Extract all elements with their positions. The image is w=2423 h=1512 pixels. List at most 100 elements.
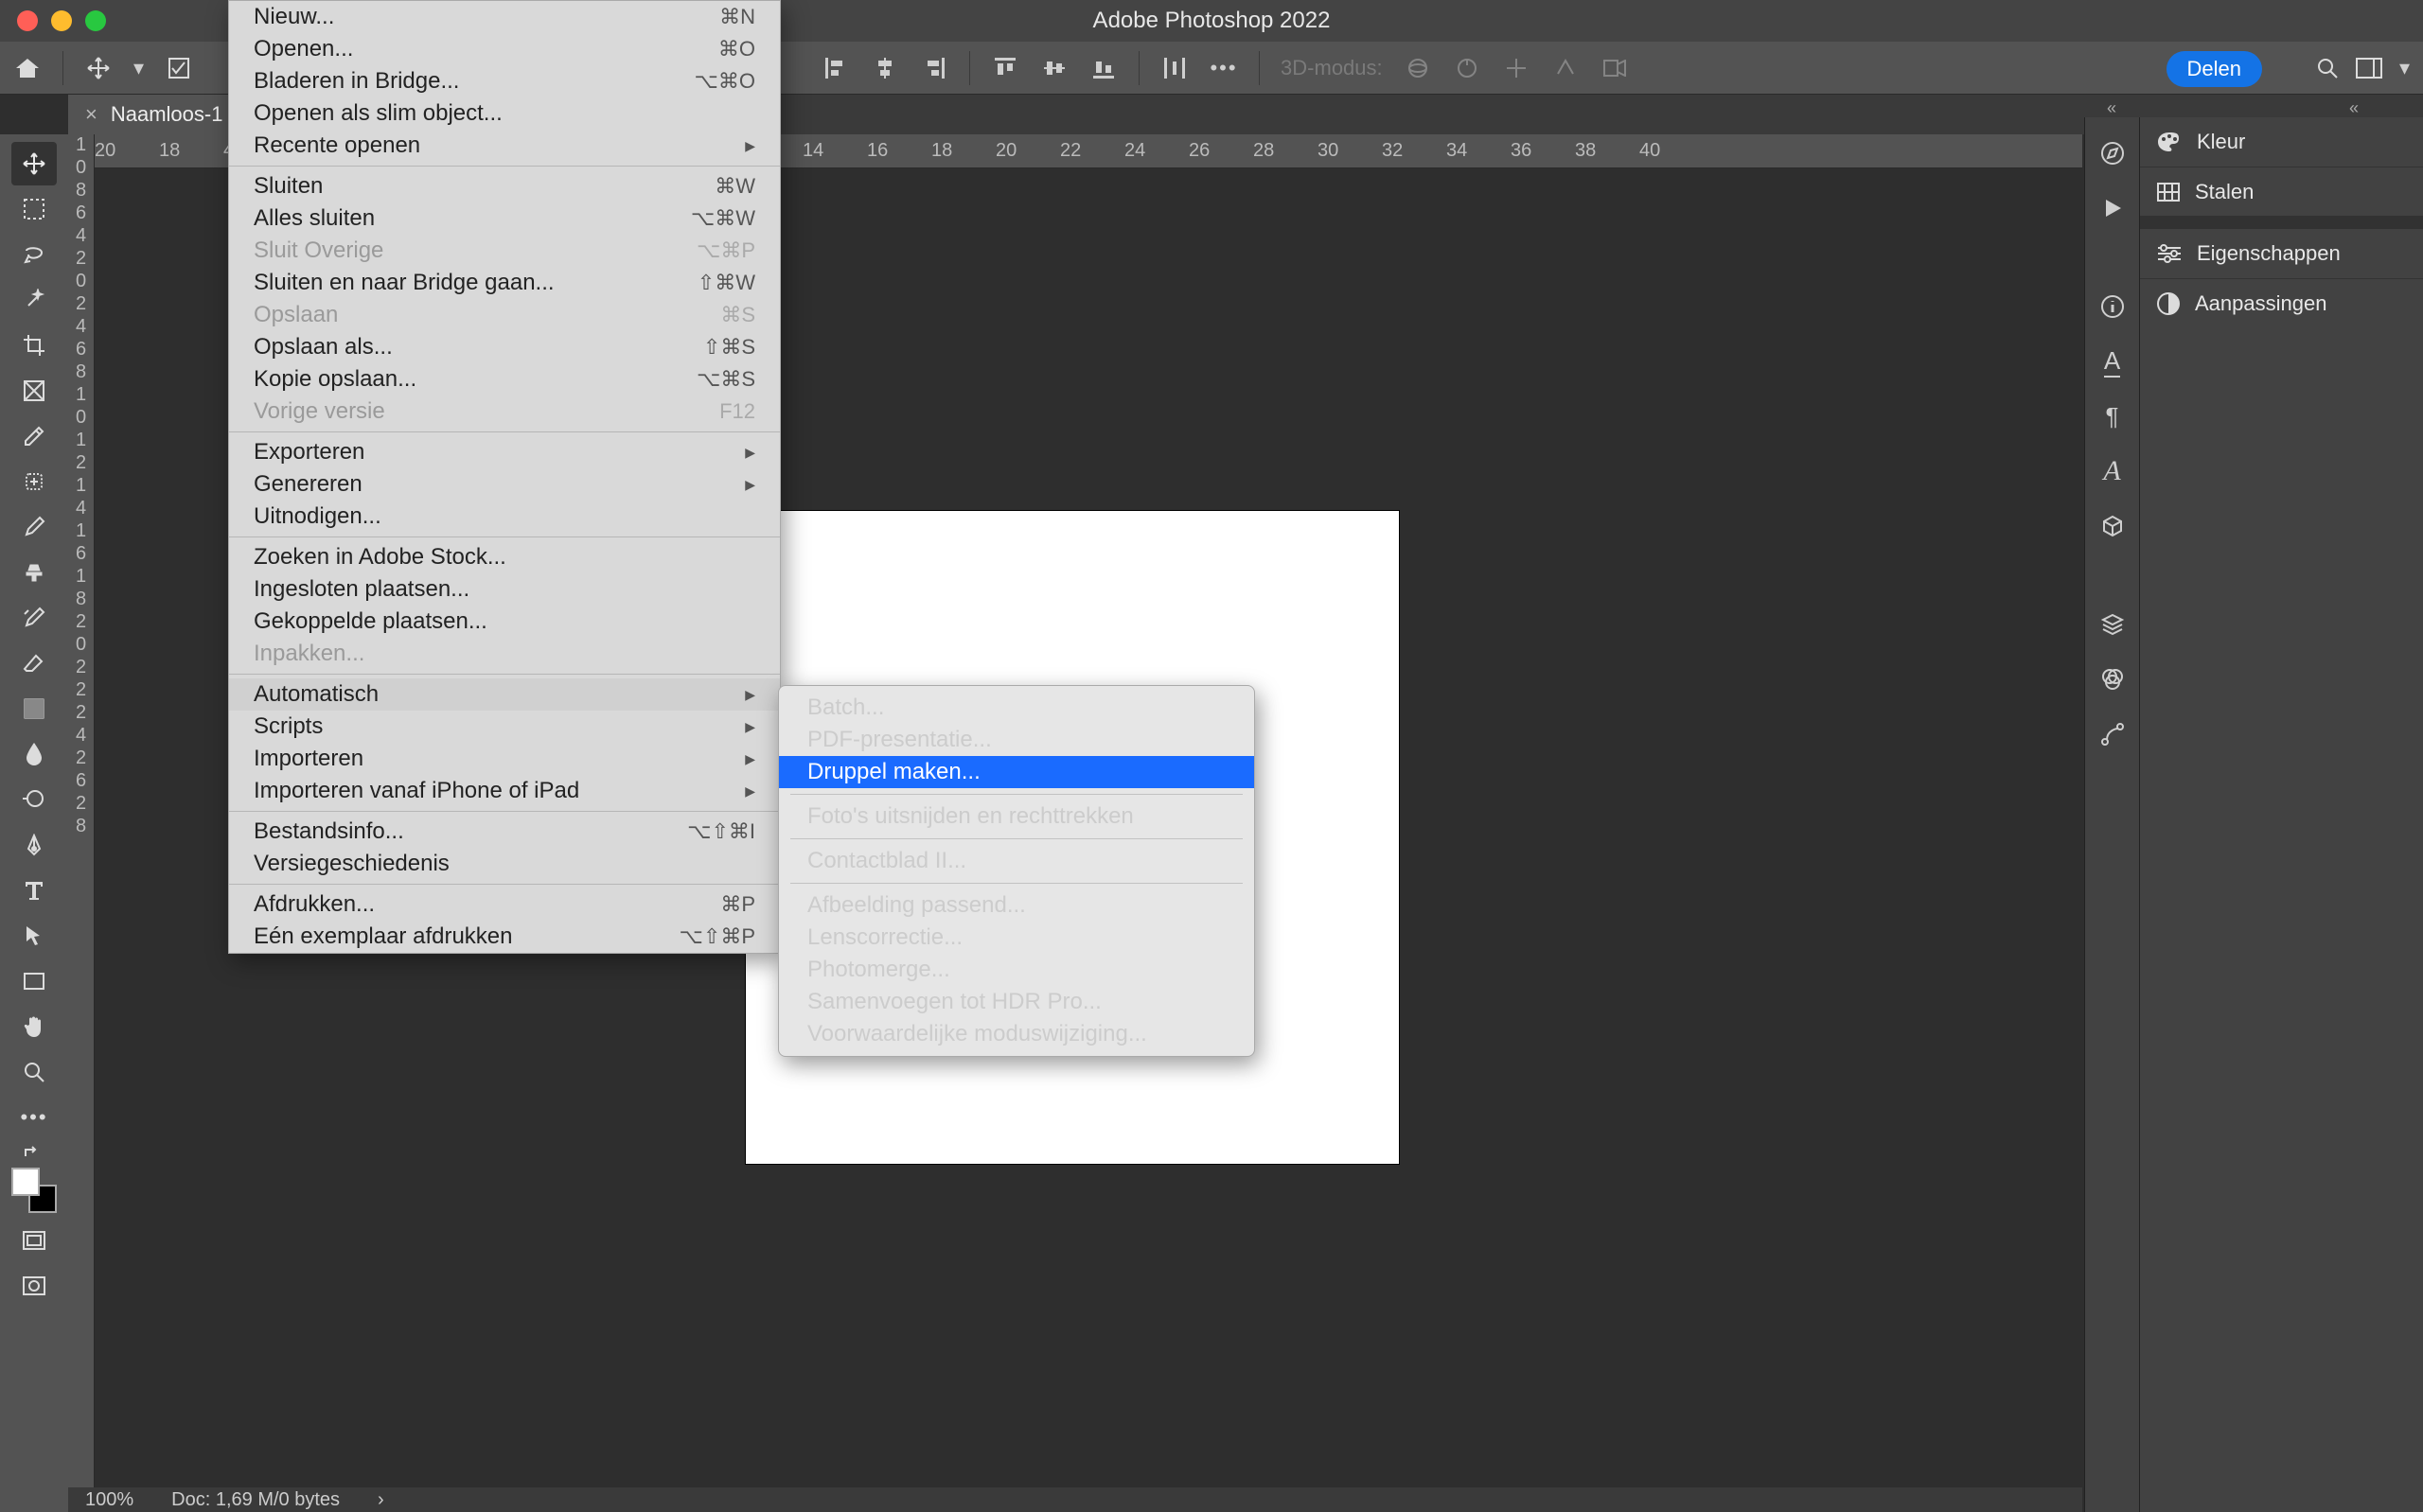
distribute-icon[interactable] — [1160, 54, 1189, 82]
marquee-tool[interactable] — [11, 187, 57, 231]
menu-item[interactable]: Openen als slim object... — [229, 97, 780, 130]
discover-icon[interactable] — [2094, 134, 2131, 172]
eyedropper-tool[interactable] — [11, 414, 57, 458]
move-tool[interactable] — [11, 142, 57, 185]
ruler-vertical[interactable]: 1086420246810121416182022242628 — [68, 134, 95, 1487]
pen-tool[interactable] — [11, 823, 57, 867]
submenu-item[interactable]: Lenscorrectie... — [779, 922, 1254, 954]
blur-tool[interactable] — [11, 732, 57, 776]
menu-item[interactable]: Kopie opslaan...⌥⌘S — [229, 363, 780, 396]
color-swatches[interactable] — [11, 1168, 57, 1213]
align-top-icon[interactable] — [991, 54, 1019, 82]
menu-item[interactable]: Zoeken in Adobe Stock... — [229, 541, 780, 573]
menu-item[interactable]: Scripts▶ — [229, 711, 780, 743]
channels-panel-icon[interactable] — [2094, 660, 2131, 698]
window-close-button[interactable] — [17, 10, 38, 31]
rectangle-tool[interactable] — [11, 959, 57, 1003]
hand-tool[interactable] — [11, 1005, 57, 1048]
status-menu-arrow[interactable]: › — [378, 1489, 384, 1511]
close-tab-icon[interactable]: × — [85, 102, 97, 127]
dodge-tool[interactable] — [11, 778, 57, 821]
align-bottom-icon[interactable] — [1089, 54, 1118, 82]
type-tool[interactable] — [11, 869, 57, 912]
3d-panel-icon[interactable] — [2094, 507, 2131, 545]
screen-mode-icon[interactable] — [11, 1219, 57, 1262]
auto-select-checkbox[interactable] — [165, 54, 193, 82]
path-selection-tool[interactable] — [11, 914, 57, 958]
clone-stamp-tool[interactable] — [11, 551, 57, 594]
zoom-tool[interactable] — [11, 1050, 57, 1094]
frame-tool[interactable] — [11, 369, 57, 413]
workspace-switcher-icon[interactable] — [2356, 58, 2382, 79]
character-panel-icon[interactable]: A — [2094, 343, 2131, 380]
menu-item[interactable]: Sluiten⌘W — [229, 170, 780, 202]
glyphs-panel-icon[interactable]: A — [2094, 452, 2131, 490]
document-tab[interactable]: × Naamloos-1 — [68, 95, 239, 134]
home-button[interactable] — [13, 54, 42, 82]
menu-item[interactable]: Gekoppelde plaatsen... — [229, 606, 780, 638]
collapse-panels-right[interactable]: « — [2349, 98, 2359, 118]
magic-wand-tool[interactable] — [11, 278, 57, 322]
submenu-item[interactable]: Photomerge... — [779, 954, 1254, 986]
menu-item[interactable]: Recente openen▶ — [229, 130, 780, 162]
swap-colors-icon[interactable] — [11, 1141, 57, 1162]
eraser-tool[interactable] — [11, 642, 57, 685]
window-minimize-button[interactable] — [51, 10, 72, 31]
menu-item[interactable]: Exporteren▶ — [229, 436, 780, 468]
more-options-icon[interactable]: ••• — [1210, 54, 1238, 82]
menu-item[interactable]: Sluiten en naar Bridge gaan...⇧⌘W — [229, 267, 780, 299]
healing-brush-tool[interactable] — [11, 460, 57, 503]
layers-panel-icon[interactable] — [2094, 606, 2131, 643]
submenu-item[interactable]: Voorwaardelijke moduswijziging... — [779, 1018, 1254, 1050]
menu-item[interactable]: Bestandsinfo...⌥⇧⌘I — [229, 816, 780, 848]
menu-item[interactable]: Afdrukken...⌘P — [229, 888, 780, 921]
share-button[interactable]: Delen — [2167, 51, 2262, 87]
submenu-item[interactable]: PDF-presentatie... — [779, 724, 1254, 756]
submenu-item[interactable]: Batch... — [779, 692, 1254, 724]
menu-item[interactable]: Eén exemplaar afdrukken⌥⇧⌘P — [229, 921, 780, 953]
menu-item[interactable]: Alles sluiten⌥⌘W — [229, 202, 780, 235]
move-tool-icon[interactable] — [84, 54, 113, 82]
submenu-item[interactable]: Foto's uitsnijden en rechttrekken — [779, 800, 1254, 833]
panel-tab-kleur[interactable]: Kleur — [2140, 117, 2423, 167]
menu-item[interactable]: Openen...⌘O — [229, 33, 780, 65]
menu-item[interactable]: Nieuw...⌘N — [229, 1, 780, 33]
play-icon[interactable] — [2094, 189, 2131, 227]
doc-info[interactable]: Doc: 1,69 M/0 bytes — [171, 1489, 340, 1511]
panel-tab-stalen[interactable]: Stalen — [2140, 167, 2423, 216]
paragraph-panel-icon[interactable]: ¶ — [2094, 397, 2131, 435]
menu-item[interactable]: Importeren vanaf iPhone of iPad▶ — [229, 775, 780, 807]
window-zoom-button[interactable] — [85, 10, 106, 31]
quick-mask-icon[interactable] — [11, 1264, 57, 1308]
submenu-item[interactable]: Contactblad II... — [779, 845, 1254, 877]
panel-tab-aanpassingen[interactable]: Aanpassingen — [2140, 278, 2423, 327]
menu-item[interactable]: Genereren▶ — [229, 468, 780, 501]
menu-item[interactable]: Opslaan als...⇧⌘S — [229, 331, 780, 363]
edit-toolbar-icon[interactable]: ••• — [11, 1096, 57, 1139]
submenu-item[interactable]: Samenvoegen tot HDR Pro... — [779, 986, 1254, 1018]
gradient-tool[interactable] — [11, 687, 57, 730]
search-icon[interactable] — [2316, 57, 2339, 79]
paths-panel-icon[interactable] — [2094, 715, 2131, 753]
menu-item[interactable]: Automatisch▶ — [229, 678, 780, 711]
info-icon[interactable] — [2094, 288, 2131, 325]
menu-item[interactable]: Ingesloten plaatsen... — [229, 573, 780, 606]
menu-item[interactable]: Bladeren in Bridge...⌥⌘O — [229, 65, 780, 97]
submenu-item[interactable]: Afbeelding passend... — [779, 889, 1254, 922]
menu-item[interactable]: Uitnodigen... — [229, 501, 780, 533]
menu-item[interactable]: Versiegeschiedenis — [229, 848, 780, 880]
crop-tool[interactable] — [11, 324, 57, 367]
menu-item[interactable]: Importeren▶ — [229, 743, 780, 775]
brush-tool[interactable] — [11, 505, 57, 549]
align-right-icon[interactable] — [920, 54, 948, 82]
history-brush-tool[interactable] — [11, 596, 57, 640]
lasso-tool[interactable] — [11, 233, 57, 276]
align-left-icon[interactable] — [822, 54, 850, 82]
submenu-item[interactable]: Druppel maken... — [779, 756, 1254, 788]
collapse-panels-left[interactable]: « — [2107, 98, 2116, 118]
panel-tab-eigenschappen[interactable]: Eigenschappen — [2140, 229, 2423, 278]
align-center-h-icon[interactable] — [871, 54, 899, 82]
align-center-v-icon[interactable] — [1040, 54, 1069, 82]
adjustments-icon — [2157, 292, 2180, 315]
zoom-level[interactable]: 100% — [85, 1489, 133, 1511]
